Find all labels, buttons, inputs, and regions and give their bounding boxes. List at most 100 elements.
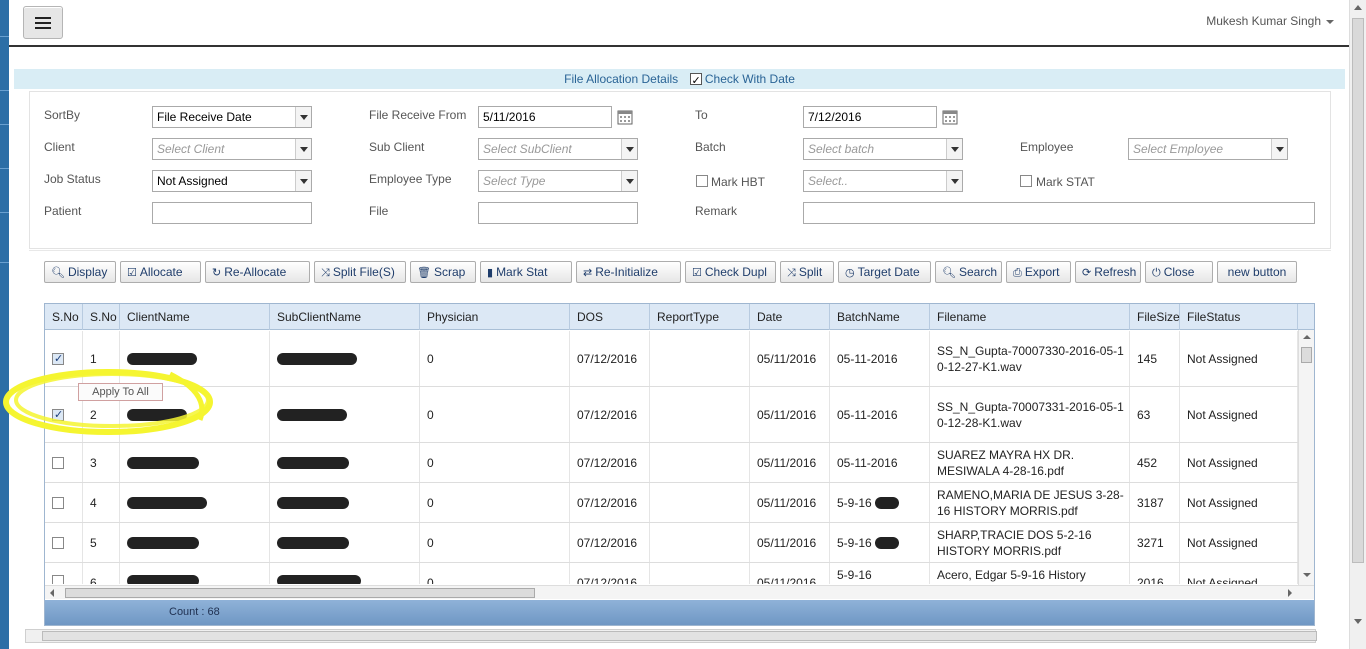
grid-scroll-thumb[interactable] [1301, 347, 1312, 363]
table-row[interactable]: 5 0 07/12/2016 05/11/2016 5-9-16 SHARP,T… [45, 523, 1298, 563]
close-button[interactable]: ⏻ Close [1145, 261, 1213, 283]
col-header-physician[interactable]: Physician [420, 304, 570, 330]
col-header-filestatus[interactable]: FileStatus [1180, 304, 1298, 330]
grid-hscroll-thumb[interactable] [65, 588, 535, 598]
top-bar: Mukesh Kumar Singh [9, 0, 1366, 47]
export-button[interactable]: ⎙ Export [1006, 261, 1071, 283]
page-scroll-thumb[interactable] [1352, 18, 1364, 563]
row-checkbox[interactable] [52, 496, 64, 509]
to-date-input[interactable]: 7/12/2016 [803, 106, 937, 128]
new-button[interactable]: new button [1217, 261, 1297, 283]
col-header-clientname[interactable]: ClientName [120, 304, 270, 330]
file-label: File [369, 204, 389, 218]
dropdown-arrow-icon [295, 171, 311, 191]
row-checkbox[interactable] [52, 456, 64, 469]
reporttype-cell [650, 523, 750, 562]
table-row[interactable]: 2 0 07/12/2016 05/11/2016 05-11-2016 SS_… [45, 387, 1298, 443]
display-button[interactable]: 🔍︎ Display [44, 261, 116, 283]
dropdown-arrow-icon [1271, 139, 1287, 159]
table-row[interactable]: 1 0 07/12/2016 05/11/2016 05-11-2016 SS_… [45, 331, 1298, 387]
col-header-dos[interactable]: DOS [570, 304, 650, 330]
scroll-left-arrow-icon[interactable] [50, 589, 54, 597]
col-header-filename[interactable]: Filename [930, 304, 1130, 330]
hamburger-menu-button[interactable] [23, 6, 63, 39]
row-select-cell[interactable] [45, 483, 83, 522]
page-horizontal-scrollbar[interactable] [25, 629, 1317, 643]
grid-body: 1 0 07/12/2016 05/11/2016 05-11-2016 SS_… [45, 331, 1298, 584]
batch-select[interactable]: Select batch [803, 138, 963, 160]
employee-type-placeholder: Select Type [483, 174, 546, 188]
reinitialize-button[interactable]: ⇄ Re-Initialize [576, 261, 681, 283]
calendar-icon[interactable] [942, 109, 958, 125]
table-row[interactable]: 4 0 07/12/2016 05/11/2016 5-9-16 RAMENO,… [45, 483, 1298, 523]
row-checkbox[interactable] [52, 575, 64, 584]
export-label: Export [1024, 265, 1060, 279]
row-checkbox[interactable] [52, 351, 64, 367]
calendar-icon[interactable] [617, 109, 633, 125]
refresh-label: Refresh [1094, 265, 1137, 279]
physician-cell: 0 [420, 563, 570, 584]
col-header-subclientname[interactable]: SubClientName [270, 304, 420, 330]
row-select-cell[interactable] [45, 331, 83, 386]
col-header-sno[interactable]: S.No [83, 304, 120, 330]
col-header-reporttype[interactable]: ReportType [650, 304, 750, 330]
sno-cell: 6 [83, 563, 120, 584]
scroll-up-arrow-icon[interactable] [1354, 5, 1362, 10]
page-vertical-scrollbar[interactable] [1349, 0, 1366, 649]
scroll-down-arrow-icon[interactable] [1303, 573, 1311, 577]
batchname-text: 5-9-16 [837, 535, 872, 550]
row-checkbox[interactable] [52, 536, 64, 549]
table-row[interactable]: 3 0 07/12/2016 05/11/2016 05-11-2016 SUA… [45, 443, 1298, 483]
patient-input[interactable] [152, 202, 312, 224]
batchname-cell: 5-9-16 [830, 563, 930, 584]
reallocate-button[interactable]: ↻ Re-Allocate [205, 261, 310, 283]
refresh-button[interactable]: ⟳ Refresh [1075, 261, 1141, 283]
check-with-date-checkbox[interactable] [689, 71, 702, 91]
scroll-down-arrow-icon[interactable] [1354, 619, 1362, 624]
col-header-batchname[interactable]: BatchName [830, 304, 930, 330]
sortby-select[interactable]: File Receive Date [152, 106, 312, 128]
employee-select[interactable]: Select Employee [1128, 138, 1288, 160]
row-select-cell[interactable] [45, 563, 83, 584]
mark-stat-button[interactable]: ▮ Mark Stat [480, 261, 572, 283]
filename-cell: SHARP,TRACIE DOS 5-2-16 HISTORY MORRIS.p… [930, 523, 1130, 562]
file-input[interactable] [478, 202, 638, 224]
remark-label: Remark [695, 204, 738, 218]
apply-to-all-tooltip[interactable]: Apply To All [78, 383, 163, 401]
scrap-button[interactable]: 🗑︎ Scrap [410, 261, 476, 283]
target-date-button[interactable]: ◷ Target Date [838, 261, 931, 283]
row-select-cell[interactable] [45, 443, 83, 482]
mark-hbt-select[interactable]: Select.. [803, 170, 963, 192]
split-files-button[interactable]: ⤨ Split File(S) [314, 261, 406, 283]
employee-type-select[interactable]: Select Type [478, 170, 638, 192]
check-dupl-button[interactable]: ☑ Check Dupl [685, 261, 776, 283]
dos-cell: 07/12/2016 [570, 523, 650, 562]
user-menu[interactable]: Mukesh Kumar Singh [1206, 14, 1334, 28]
row-select-cell[interactable] [45, 523, 83, 562]
page-hscroll-thumb[interactable] [42, 631, 1317, 641]
sub-client-select[interactable]: Select SubClient [478, 138, 638, 160]
allocate-button[interactable]: ☑ Allocate [120, 261, 201, 283]
mark-hbt-checkbox[interactable] [696, 175, 708, 187]
mark-stat-checkbox[interactable] [1020, 175, 1032, 187]
col-header-date[interactable]: Date [750, 304, 830, 330]
grid-vertical-scrollbar[interactable] [1298, 330, 1314, 585]
search-button[interactable]: 🔍︎ Search [935, 261, 1002, 283]
job-status-select[interactable]: Not Assigned [152, 170, 312, 192]
file-receive-from-input[interactable]: 5/11/2016 [478, 106, 612, 128]
scroll-up-arrow-icon[interactable] [1303, 335, 1311, 339]
row-checkbox[interactable] [52, 407, 64, 423]
scroll-right-arrow-icon[interactable] [1288, 589, 1292, 597]
sno-cell: 1 [83, 331, 120, 386]
client-select[interactable]: Select Client [152, 138, 312, 160]
split-button[interactable]: ⤨ Split [780, 261, 834, 283]
col-header-sno-check[interactable]: S.No [45, 304, 83, 330]
col-header-filesize[interactable]: FileSize [1130, 304, 1180, 330]
sub-client-label: Sub Client [369, 140, 425, 154]
table-row[interactable]: 6 0 07/12/2016 05/11/2016 5-9-16 Acero, … [45, 563, 1298, 584]
redacted-text [127, 408, 187, 421]
refresh-icon: ⟳ [1082, 267, 1092, 279]
remark-input[interactable] [803, 202, 1315, 224]
allocation-grid: S.No S.No ClientName SubClientName Physi… [44, 303, 1315, 626]
grid-horizontal-scrollbar[interactable] [45, 585, 1314, 599]
